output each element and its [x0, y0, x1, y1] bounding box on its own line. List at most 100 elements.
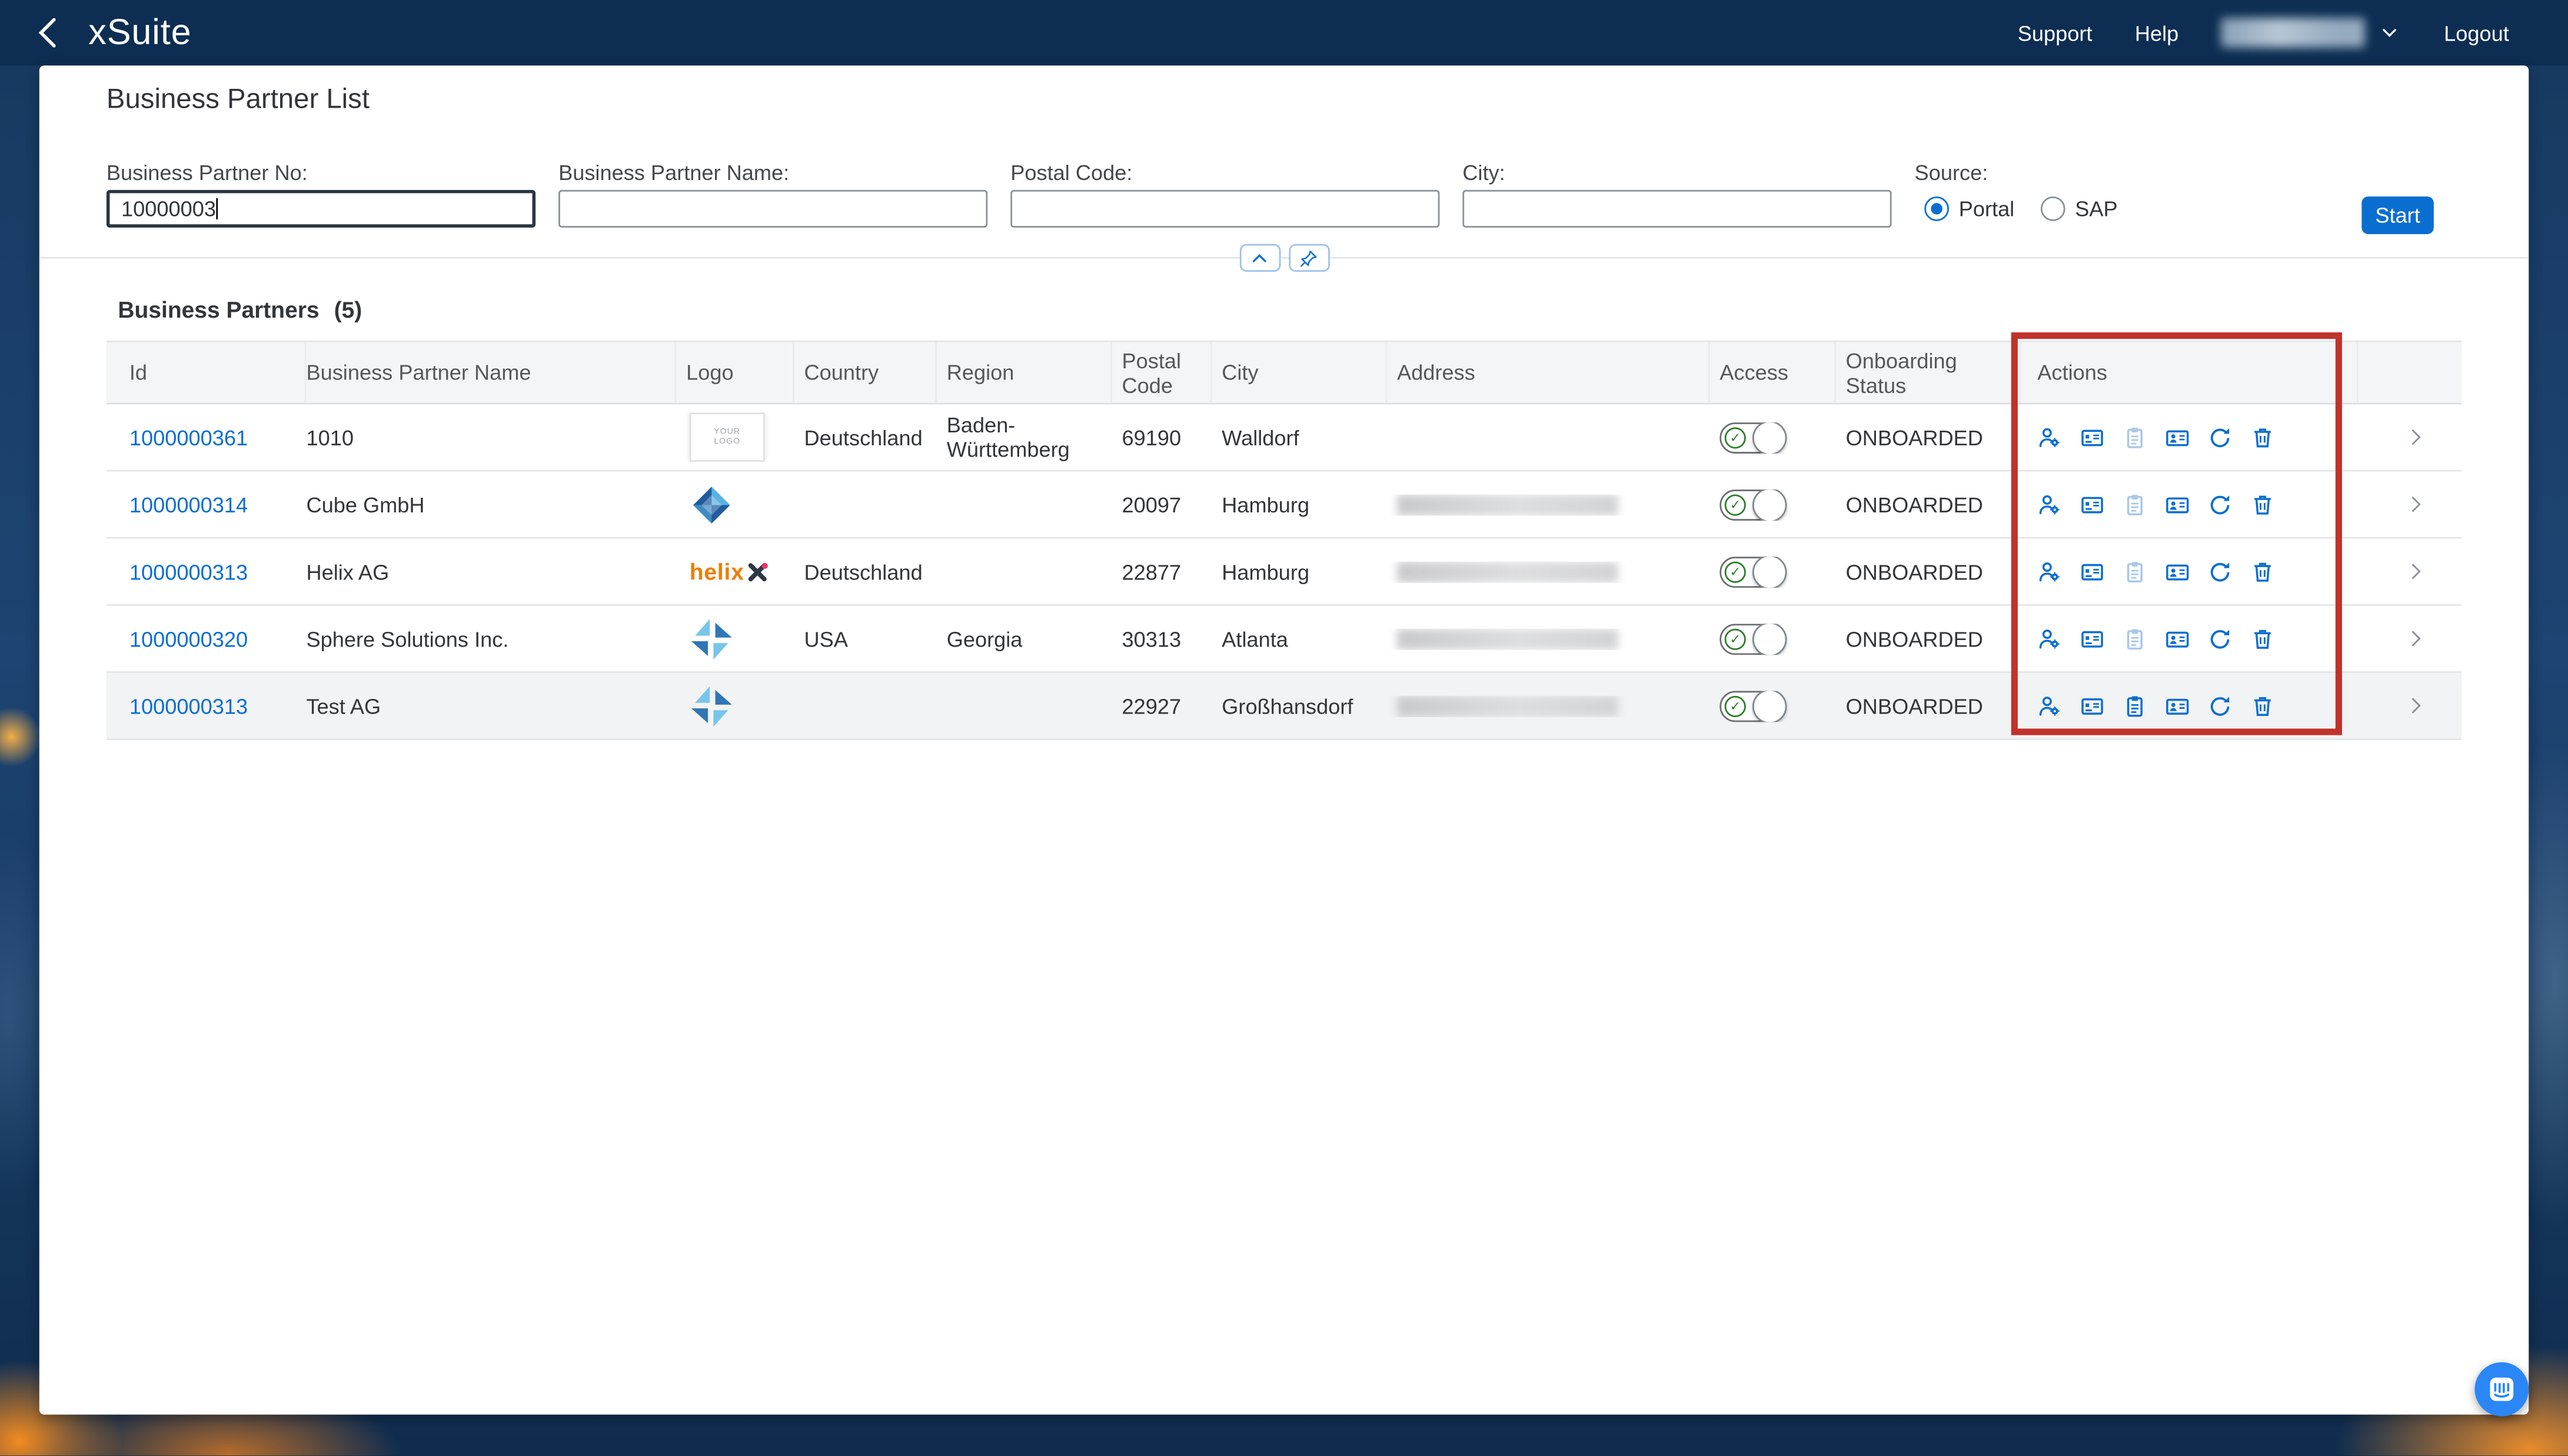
table-header-row: Id Business Partner Name Logo Country Re… [107, 342, 2461, 405]
bp-id-link[interactable]: 1000000314 [129, 492, 248, 517]
bp-name: Helix AG [306, 559, 676, 584]
bp-id-link[interactable]: 1000000313 [129, 559, 248, 584]
id-card-icon[interactable] [2080, 627, 2105, 651]
assign-user-icon[interactable] [2037, 492, 2062, 517]
helix-logo: helix [690, 559, 769, 584]
assign-user-icon[interactable] [2037, 627, 2062, 651]
onboarding-status: ONBOARDED [1836, 425, 2021, 449]
refresh-icon[interactable] [2208, 627, 2233, 651]
chevron-up-icon [1250, 248, 1269, 268]
col-header-name[interactable]: Business Partner Name [306, 342, 676, 403]
bp-id-link[interactable]: 1000000313 [129, 694, 248, 718]
col-header-onboarding-status[interactable]: Onboarding Status [1836, 342, 2021, 403]
row-detail-chevron-icon[interactable] [2403, 493, 2426, 516]
id-card-icon[interactable] [2080, 492, 2105, 517]
assign-user-icon[interactable] [2037, 694, 2062, 718]
onboarding-status: ONBOARDED [1836, 559, 2021, 584]
section-title: Business Partners(5) [118, 296, 362, 323]
access-toggle[interactable]: ✓ [1719, 556, 1785, 587]
start-button[interactable]: Start [2361, 196, 2433, 234]
col-header-logo[interactable]: Logo [676, 342, 794, 403]
pin-header-button[interactable] [1288, 244, 1329, 272]
clipboard-icon[interactable] [2123, 694, 2147, 718]
access-toggle[interactable]: ✓ [1719, 422, 1785, 453]
collapse-header-button[interactable] [1239, 244, 1280, 272]
logout-link[interactable]: Logout [2444, 21, 2509, 45]
assign-user-icon[interactable] [2037, 559, 2062, 584]
check-icon: ✓ [1725, 427, 1746, 448]
assign-user-icon[interactable] [2037, 425, 2062, 449]
bp-no-input[interactable] [107, 190, 535, 228]
col-header-actions[interactable]: Actions [2021, 342, 2358, 403]
refresh-icon[interactable] [2208, 559, 2233, 584]
col-header-access[interactable]: Access [1710, 342, 1836, 403]
id-card-icon[interactable] [2080, 559, 2105, 584]
refresh-icon[interactable] [2208, 425, 2233, 449]
screen: xSuite Support Help Logout Business Part… [0, 0, 2568, 1455]
col-header-country[interactable]: Country [794, 342, 937, 403]
bp-id-link[interactable]: 1000000361 [129, 425, 248, 449]
id-card-icon[interactable] [2080, 694, 2105, 718]
chevron-down-icon [2379, 21, 2401, 44]
contact-card-icon[interactable] [2165, 627, 2190, 651]
row-detail-chevron-icon[interactable] [2403, 694, 2426, 717]
bp-name-input[interactable] [558, 190, 987, 228]
source-radio-sap[interactable] [2041, 196, 2065, 221]
table-row[interactable]: 1000000314 Cube GmbH 20097 Hamburg ✓ ONB… [107, 472, 2461, 539]
id-card-icon[interactable] [2080, 425, 2105, 449]
check-icon: ✓ [1725, 561, 1746, 582]
clipboard-icon[interactable] [2123, 492, 2147, 517]
bp-region: Baden-Württemberg [937, 412, 1112, 461]
chat-launcher-button[interactable] [2474, 1362, 2529, 1417]
support-link[interactable]: Support [2018, 21, 2093, 45]
content-card: Business Partner List Business Partner N… [39, 65, 2529, 1414]
city-input[interactable] [1462, 190, 1891, 228]
user-menu[interactable] [2221, 18, 2401, 48]
col-header-postal-code[interactable]: Postal Code [1112, 342, 1212, 403]
access-toggle[interactable]: ✓ [1719, 489, 1785, 520]
helix-x-icon [747, 561, 769, 582]
bp-id-link[interactable]: 1000000320 [129, 627, 248, 651]
row-detail-chevron-icon[interactable] [2403, 560, 2426, 583]
clipboard-icon[interactable] [2123, 425, 2147, 449]
col-header-address[interactable]: Address [1387, 342, 1709, 403]
onboarding-status: ONBOARDED [1836, 694, 2021, 718]
help-link[interactable]: Help [2135, 21, 2178, 45]
refresh-icon[interactable] [2208, 492, 2233, 517]
contact-card-icon[interactable] [2165, 492, 2190, 517]
row-detail-chevron-icon[interactable] [2403, 627, 2426, 650]
bp-name: 1010 [306, 425, 676, 449]
trash-icon[interactable] [2250, 492, 2275, 517]
postal-code-label: Postal Code: [1010, 161, 1132, 185]
access-toggle[interactable]: ✓ [1719, 623, 1785, 654]
trash-icon[interactable] [2250, 627, 2275, 651]
table-row[interactable]: 1000000313 Helix AG helix Deutschland 22… [107, 539, 2461, 606]
contact-card-icon[interactable] [2165, 425, 2190, 449]
trash-icon[interactable] [2250, 425, 2275, 449]
refresh-icon[interactable] [2208, 694, 2233, 718]
contact-card-icon[interactable] [2165, 559, 2190, 584]
address-redacted [1397, 628, 1618, 649]
bp-postal: 69190 [1112, 425, 1212, 449]
bp-city: Walldorf [1212, 425, 1388, 449]
row-detail-chevron-icon[interactable] [2403, 426, 2426, 449]
trash-icon[interactable] [2250, 559, 2275, 584]
clipboard-icon[interactable] [2123, 559, 2147, 584]
table-row[interactable]: 1000000313 Test AG 22927 Großhansdorf ✓ … [107, 673, 2461, 740]
app-logo: xSuite [88, 11, 191, 54]
contact-card-icon[interactable] [2165, 694, 2190, 718]
col-header-region[interactable]: Region [937, 342, 1112, 403]
back-button[interactable] [29, 13, 69, 52]
col-header-id[interactable]: Id [107, 342, 307, 403]
source-radio-portal[interactable] [1924, 196, 1949, 221]
table-row[interactable]: 1000000361 1010 YOUR LOGO Deutschland Ba… [107, 404, 2461, 471]
col-header-city[interactable]: City [1212, 342, 1388, 403]
address-redacted [1397, 561, 1618, 582]
toggle-knob [1752, 690, 1787, 721]
text-caret [216, 198, 218, 219]
clipboard-icon[interactable] [2123, 627, 2147, 651]
trash-icon[interactable] [2250, 694, 2275, 718]
access-toggle[interactable]: ✓ [1719, 690, 1785, 721]
table-row[interactable]: 1000000320 Sphere Solutions Inc. USA Geo… [107, 606, 2461, 673]
postal-code-input[interactable] [1010, 190, 1439, 228]
